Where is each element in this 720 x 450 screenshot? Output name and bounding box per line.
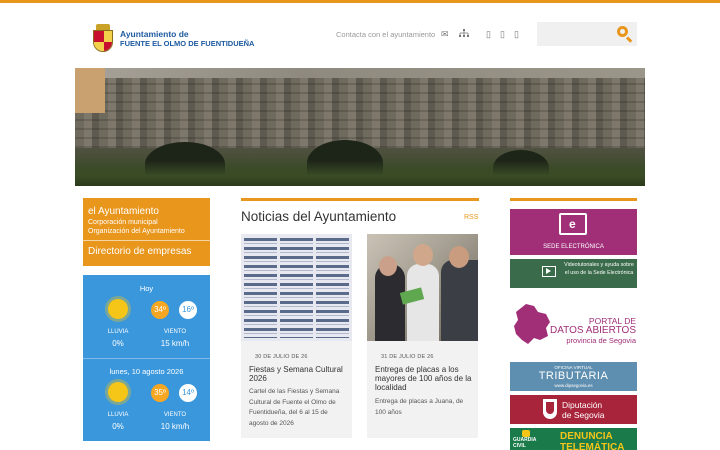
sun-icon — [108, 299, 128, 319]
denuncia-line2: TELEMÁTICA — [560, 442, 625, 450]
menu-corporacion[interactable]: Corporación municipal — [88, 219, 158, 226]
logo-line1: Ayuntamiento de — [120, 29, 189, 39]
diputacion-line2: de Segovia — [562, 410, 605, 420]
weather-divider — [83, 358, 210, 359]
sun-icon — [108, 382, 128, 402]
portal-datos-abiertos-banner[interactable]: PORTAL DE DATOS ABIERTOS provincia de Se… — [510, 298, 637, 350]
menu-organizacion[interactable]: Organización del Ayuntamiento — [88, 228, 185, 235]
wind-value: 10 km/h — [160, 422, 190, 431]
news-summary: Cartel de las Fiestas y Semana Cultural … — [249, 388, 340, 427]
news-image-plaque-photo[interactable] — [367, 234, 478, 341]
menu-ayuntamiento[interactable]: el Ayuntamiento — [88, 206, 159, 217]
news-section-title: Noticias del Ayuntamiento — [241, 209, 397, 224]
search-icon[interactable] — [616, 25, 634, 43]
tributaria-line3: www.dipsegovia.es — [554, 383, 593, 388]
news-accent-bar — [241, 198, 479, 201]
diputacion-crest-icon — [543, 399, 557, 419]
tributaria-line2: TRIBUTARIA — [538, 370, 609, 382]
weather-day-label: lunes, 10 agosto 2026 — [109, 367, 184, 376]
temp-max: 35º — [151, 384, 169, 402]
denuncia-line1: DENUNCIA — [560, 431, 613, 442]
sede-e-icon: e — [559, 213, 587, 235]
contact-link[interactable]: Contacta con el ayuntamiento — [336, 30, 435, 39]
video-play-icon — [542, 266, 556, 277]
news-date: 30 DE JULIO DE 26 — [255, 354, 308, 360]
news-title[interactable]: Entrega de placas a los mayores de 100 a… — [375, 365, 475, 392]
youtube-icon[interactable]: ▯ — [514, 29, 519, 40]
hero-bridge-image — [75, 68, 645, 186]
sede-electronica-banner[interactable]: e SEDE ELECTRÓNICA — [510, 209, 637, 255]
rain-label: LLUVIA — [107, 412, 129, 418]
temp-min: 16º — [179, 301, 197, 319]
weather-day-label: Hoy — [139, 284, 154, 293]
video-label: Videotutoriales y ayuda sobre el uso de … — [564, 262, 634, 276]
menu-directorio-empresas[interactable]: Directorio de empresas — [88, 246, 191, 257]
segovia-map-icon — [514, 304, 550, 344]
news-card[interactable]: 31 DE JULIO DE 26 Entrega de placas a lo… — [367, 234, 478, 438]
sitemap-icon[interactable] — [459, 29, 469, 40]
temp-min: 14º — [179, 384, 197, 402]
rain-label: LLUVIA — [107, 329, 129, 335]
news-card[interactable]: 30 DE JULIO DE 26 Fiestas y Semana Cultu… — [241, 234, 352, 438]
wind-value: 15 km/h — [160, 339, 190, 348]
portal-line2: DATOS ABIERTOS — [550, 325, 636, 336]
coat-of-arms-icon — [90, 24, 116, 54]
news-date: 31 DE JULIO DE 26 — [381, 354, 434, 360]
diputacion-segovia-banner[interactable]: Diputación de Segovia — [510, 395, 637, 424]
temp-max: 34º — [151, 301, 169, 319]
site-logo[interactable]: Ayuntamiento de FUENTE EL OLMO DE FUENTI… — [90, 24, 254, 54]
menu-divider — [83, 240, 210, 241]
ayuntamiento-menu: el Ayuntamiento Corporación municipal Or… — [83, 198, 210, 266]
oficina-tributaria-banner[interactable]: OFICINA VIRTUAL TRIBUTARIA www.dipsegovi… — [510, 362, 637, 391]
news-title[interactable]: Fiestas y Semana Cultural 2026 — [249, 365, 349, 383]
diputacion-line1: Diputación — [562, 400, 603, 410]
news-summary: Entrega de placas a Juana, de 100 años — [375, 398, 464, 416]
top-accent-bar — [0, 0, 720, 3]
guardia-civil-line2: CIVIL — [513, 443, 526, 449]
weather-widget: Hoy 34º 16º LLUVIA VIENTO 0% 15 km/h lun… — [83, 275, 210, 441]
logo-line2: FUENTE EL OLMO DE FUENTIDUEÑA — [120, 39, 255, 48]
facebook-icon[interactable]: ▯ — [486, 29, 491, 40]
twitter-icon[interactable]: ▯ — [500, 29, 505, 40]
right-accent-bar — [510, 198, 637, 201]
guardia-civil-badge-icon — [522, 430, 530, 437]
portal-line3: provincia de Segovia — [566, 336, 636, 345]
denuncia-telematica-banner[interactable]: GUARDIA CIVIL DENUNCIA TELEMÁTICA — [510, 428, 637, 450]
rain-value: 0% — [112, 339, 124, 348]
sede-label: SEDE ELECTRÓNICA — [543, 244, 604, 250]
mail-icon[interactable]: ✉ — [441, 29, 449, 40]
videotutoriales-banner[interactable]: Videotutoriales y ayuda sobre el uso de … — [510, 259, 637, 288]
wind-label: VIENTO — [163, 412, 187, 418]
news-image-festival-poster[interactable] — [241, 234, 352, 341]
rain-value: 0% — [112, 422, 124, 431]
wind-label: VIENTO — [163, 329, 187, 335]
rss-link[interactable]: RSS — [464, 214, 478, 221]
